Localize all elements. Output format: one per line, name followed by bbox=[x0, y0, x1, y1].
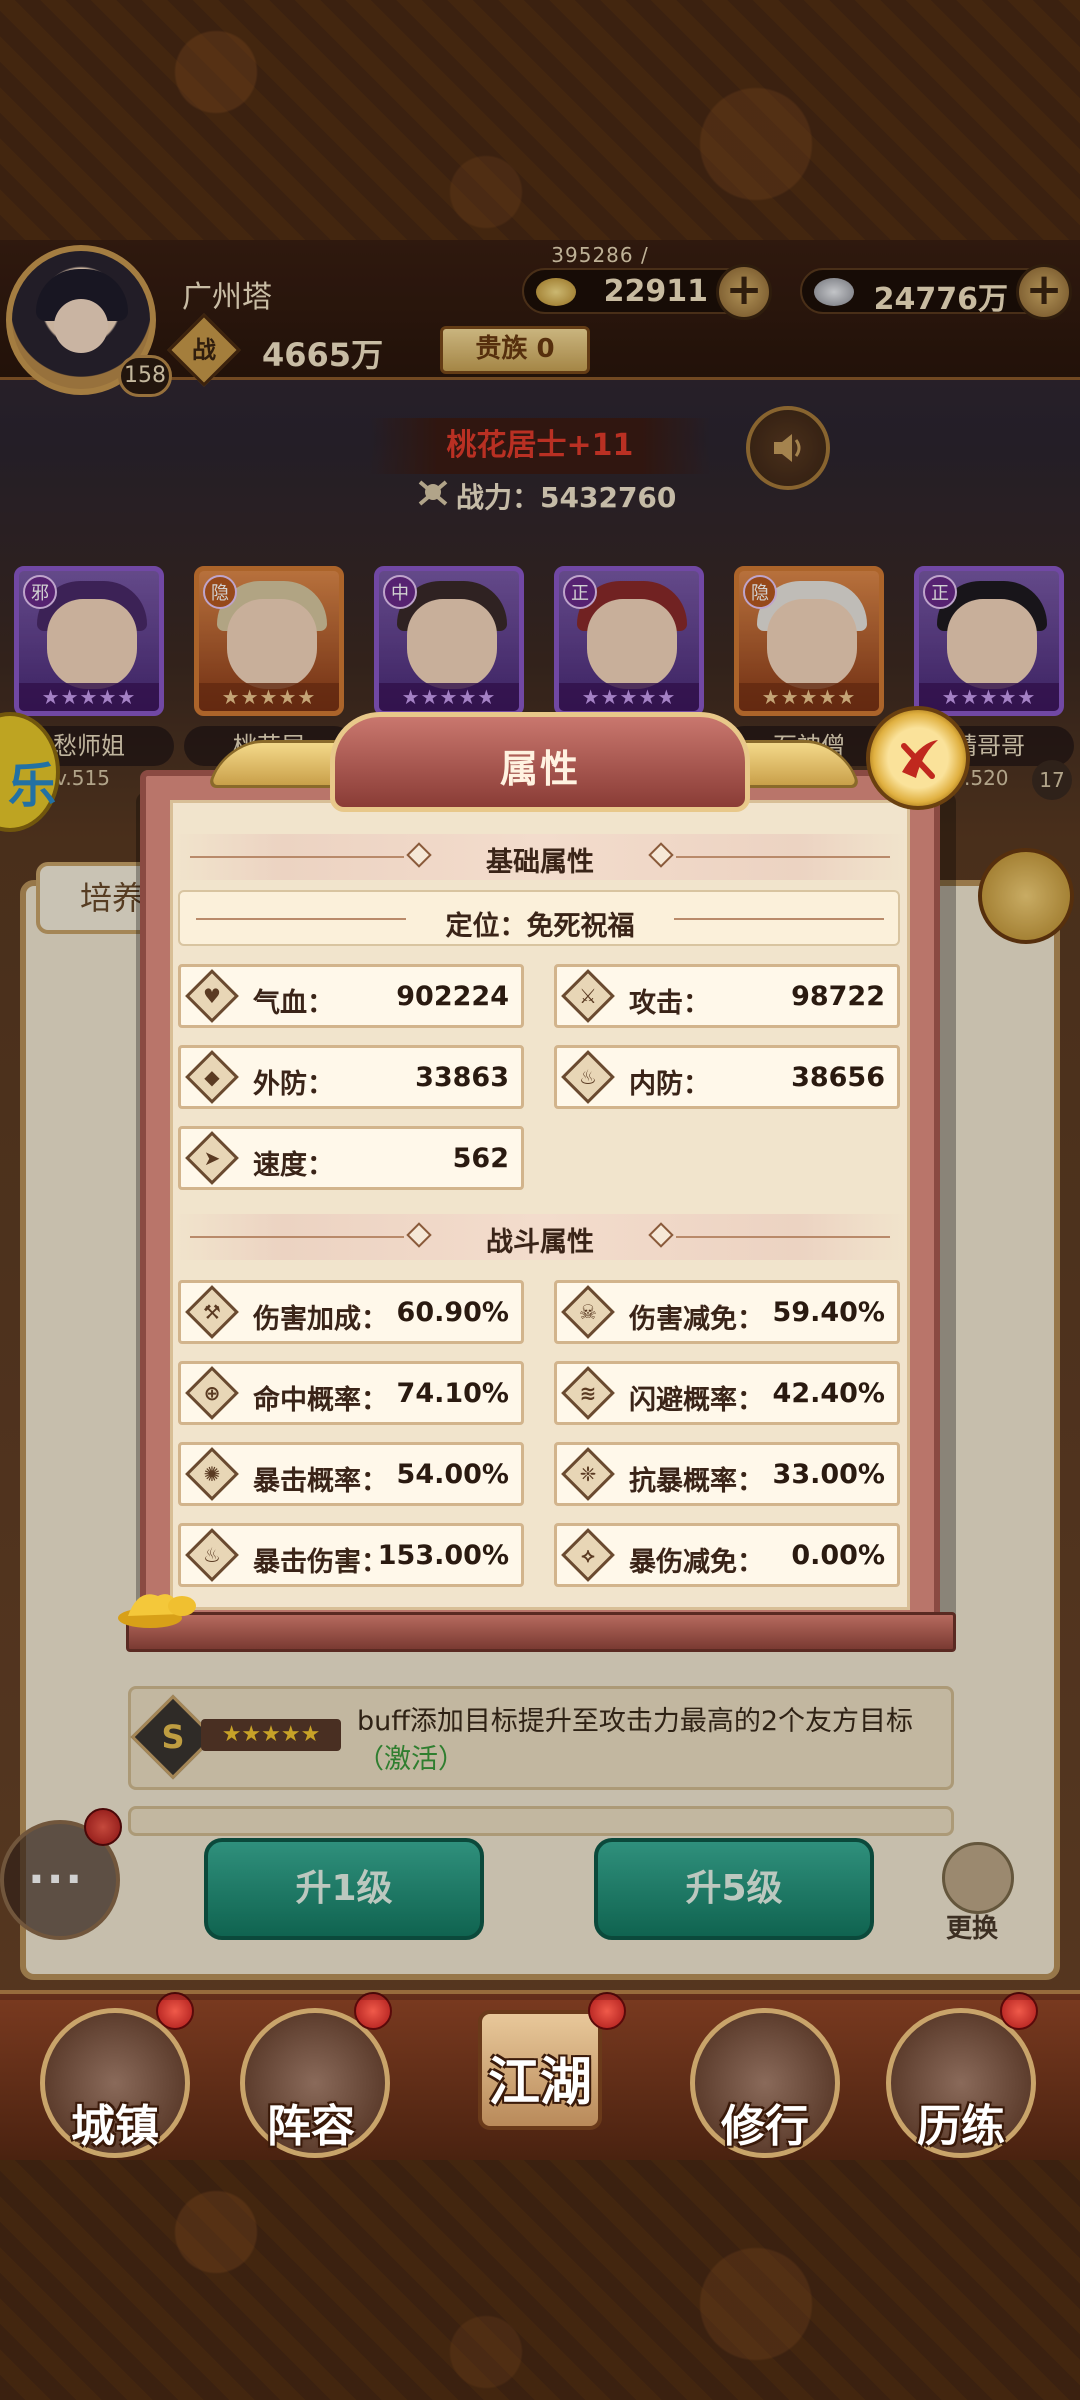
stat-value: 38656 bbox=[791, 1062, 885, 1093]
stat-label: 内防： bbox=[629, 1069, 710, 1100]
stat-attack: ⚔ 攻击： 98722 bbox=[554, 964, 900, 1028]
stat-damage-reduction: ☠ 伤害减免： 59.40% bbox=[554, 1280, 900, 1344]
stat-label: 攻击： bbox=[629, 988, 710, 1019]
skull-icon: ☠ bbox=[561, 1285, 615, 1339]
stat-dodge-rate: ≋ 闪避概率： 42.40% bbox=[554, 1361, 900, 1425]
section-line bbox=[676, 1236, 890, 1238]
stat-crit-damage-reduction: ⟡ 暴伤减免： 0.00% bbox=[554, 1523, 900, 1587]
flame-icon: ♨ bbox=[561, 1050, 615, 1104]
role-line bbox=[674, 918, 884, 920]
stat-inner-defense: ♨ 内防： 38656 bbox=[554, 1045, 900, 1109]
stat-value: 33863 bbox=[415, 1062, 509, 1093]
stat-crit-rate: ✺ 暴击概率： 54.00% bbox=[178, 1442, 524, 1506]
stat-value: 153.00% bbox=[377, 1540, 509, 1571]
nav-trials-label: 历练 bbox=[917, 2101, 1005, 2152]
nav-town-label: 城镇 bbox=[71, 2101, 159, 2152]
role-text: 定位：免死祝福 bbox=[445, 911, 635, 942]
section-line bbox=[676, 856, 890, 858]
section-line bbox=[190, 856, 404, 858]
stat-label: 气血： bbox=[253, 988, 334, 1019]
stat-label: 暴击概率： bbox=[253, 1466, 388, 1497]
stat-label: 闪避概率： bbox=[629, 1385, 764, 1416]
section-line bbox=[190, 1236, 404, 1238]
bottom-ornament-background bbox=[0, 2160, 1080, 2400]
nav-lineup-label: 阵容 bbox=[267, 2101, 355, 2152]
heart-icon: ♥ bbox=[185, 969, 239, 1023]
stat-value: 74.10% bbox=[396, 1378, 509, 1409]
stat-hp: ♥ 气血： 902224 bbox=[178, 964, 524, 1028]
nav-training-label: 修行 bbox=[721, 2101, 809, 2152]
stat-damage-bonus: ⚒ 伤害加成： 60.90% bbox=[178, 1280, 524, 1344]
target-icon: ⊕ bbox=[185, 1366, 239, 1420]
crit-icon: ✺ bbox=[185, 1447, 239, 1501]
stat-label: 暴伤减免： bbox=[629, 1547, 764, 1578]
crit-resist-icon: ❈ bbox=[561, 1447, 615, 1501]
close-icon bbox=[901, 740, 938, 779]
stat-label: 伤害加成： bbox=[253, 1304, 388, 1335]
stat-crit-damage: ♨ 暴击伤害： 153.00% bbox=[178, 1523, 524, 1587]
stat-value: 33.00% bbox=[772, 1459, 885, 1490]
role-line bbox=[196, 918, 406, 920]
shield-icon: ◆ bbox=[185, 1050, 239, 1104]
popup-close-button[interactable] bbox=[866, 706, 970, 810]
battle-section-title: 战斗属性 bbox=[486, 1227, 594, 1258]
popup-title: 属性 bbox=[499, 747, 580, 791]
basic-section-title: 基础属性 bbox=[486, 847, 594, 878]
nav-jianghu-label: 江湖 bbox=[487, 2053, 592, 2113]
stat-value: 60.90% bbox=[396, 1297, 509, 1328]
stat-value: 98722 bbox=[791, 981, 885, 1012]
popup-bottom-bar bbox=[126, 1612, 956, 1652]
sword-icon: ⚔ bbox=[561, 969, 615, 1023]
stat-value: 59.40% bbox=[772, 1297, 885, 1328]
ward-icon: ⟡ bbox=[561, 1528, 615, 1582]
boot-icon: ➤ bbox=[185, 1131, 239, 1185]
stat-value: 562 bbox=[452, 1143, 509, 1174]
stat-label: 命中概率： bbox=[253, 1385, 388, 1416]
dodge-icon: ≋ bbox=[561, 1366, 615, 1420]
stat-outer-defense: ◆ 外防： 33863 bbox=[178, 1045, 524, 1109]
stat-label: 暴击伤害： bbox=[253, 1547, 388, 1578]
fire-icon: ♨ bbox=[185, 1528, 239, 1582]
stat-label: 伤害减免： bbox=[629, 1304, 764, 1335]
stat-value: 0.00% bbox=[791, 1540, 885, 1571]
stat-label: 抗暴概率： bbox=[629, 1466, 764, 1497]
stat-speed: ➤ 速度： 562 bbox=[178, 1126, 524, 1190]
top-ornament-background bbox=[0, 0, 1080, 240]
gold-ingot-decoration bbox=[118, 1594, 196, 1628]
stat-value: 42.40% bbox=[772, 1378, 885, 1409]
stat-value: 54.00% bbox=[396, 1459, 509, 1490]
stat-label: 速度： bbox=[253, 1150, 334, 1181]
stat-label: 外防： bbox=[253, 1069, 334, 1100]
stat-hit-rate: ⊕ 命中概率： 74.10% bbox=[178, 1361, 524, 1425]
stat-value: 902224 bbox=[396, 981, 509, 1012]
axe-icon: ⚒ bbox=[185, 1285, 239, 1339]
stat-crit-resist: ❈ 抗暴概率： 33.00% bbox=[554, 1442, 900, 1506]
